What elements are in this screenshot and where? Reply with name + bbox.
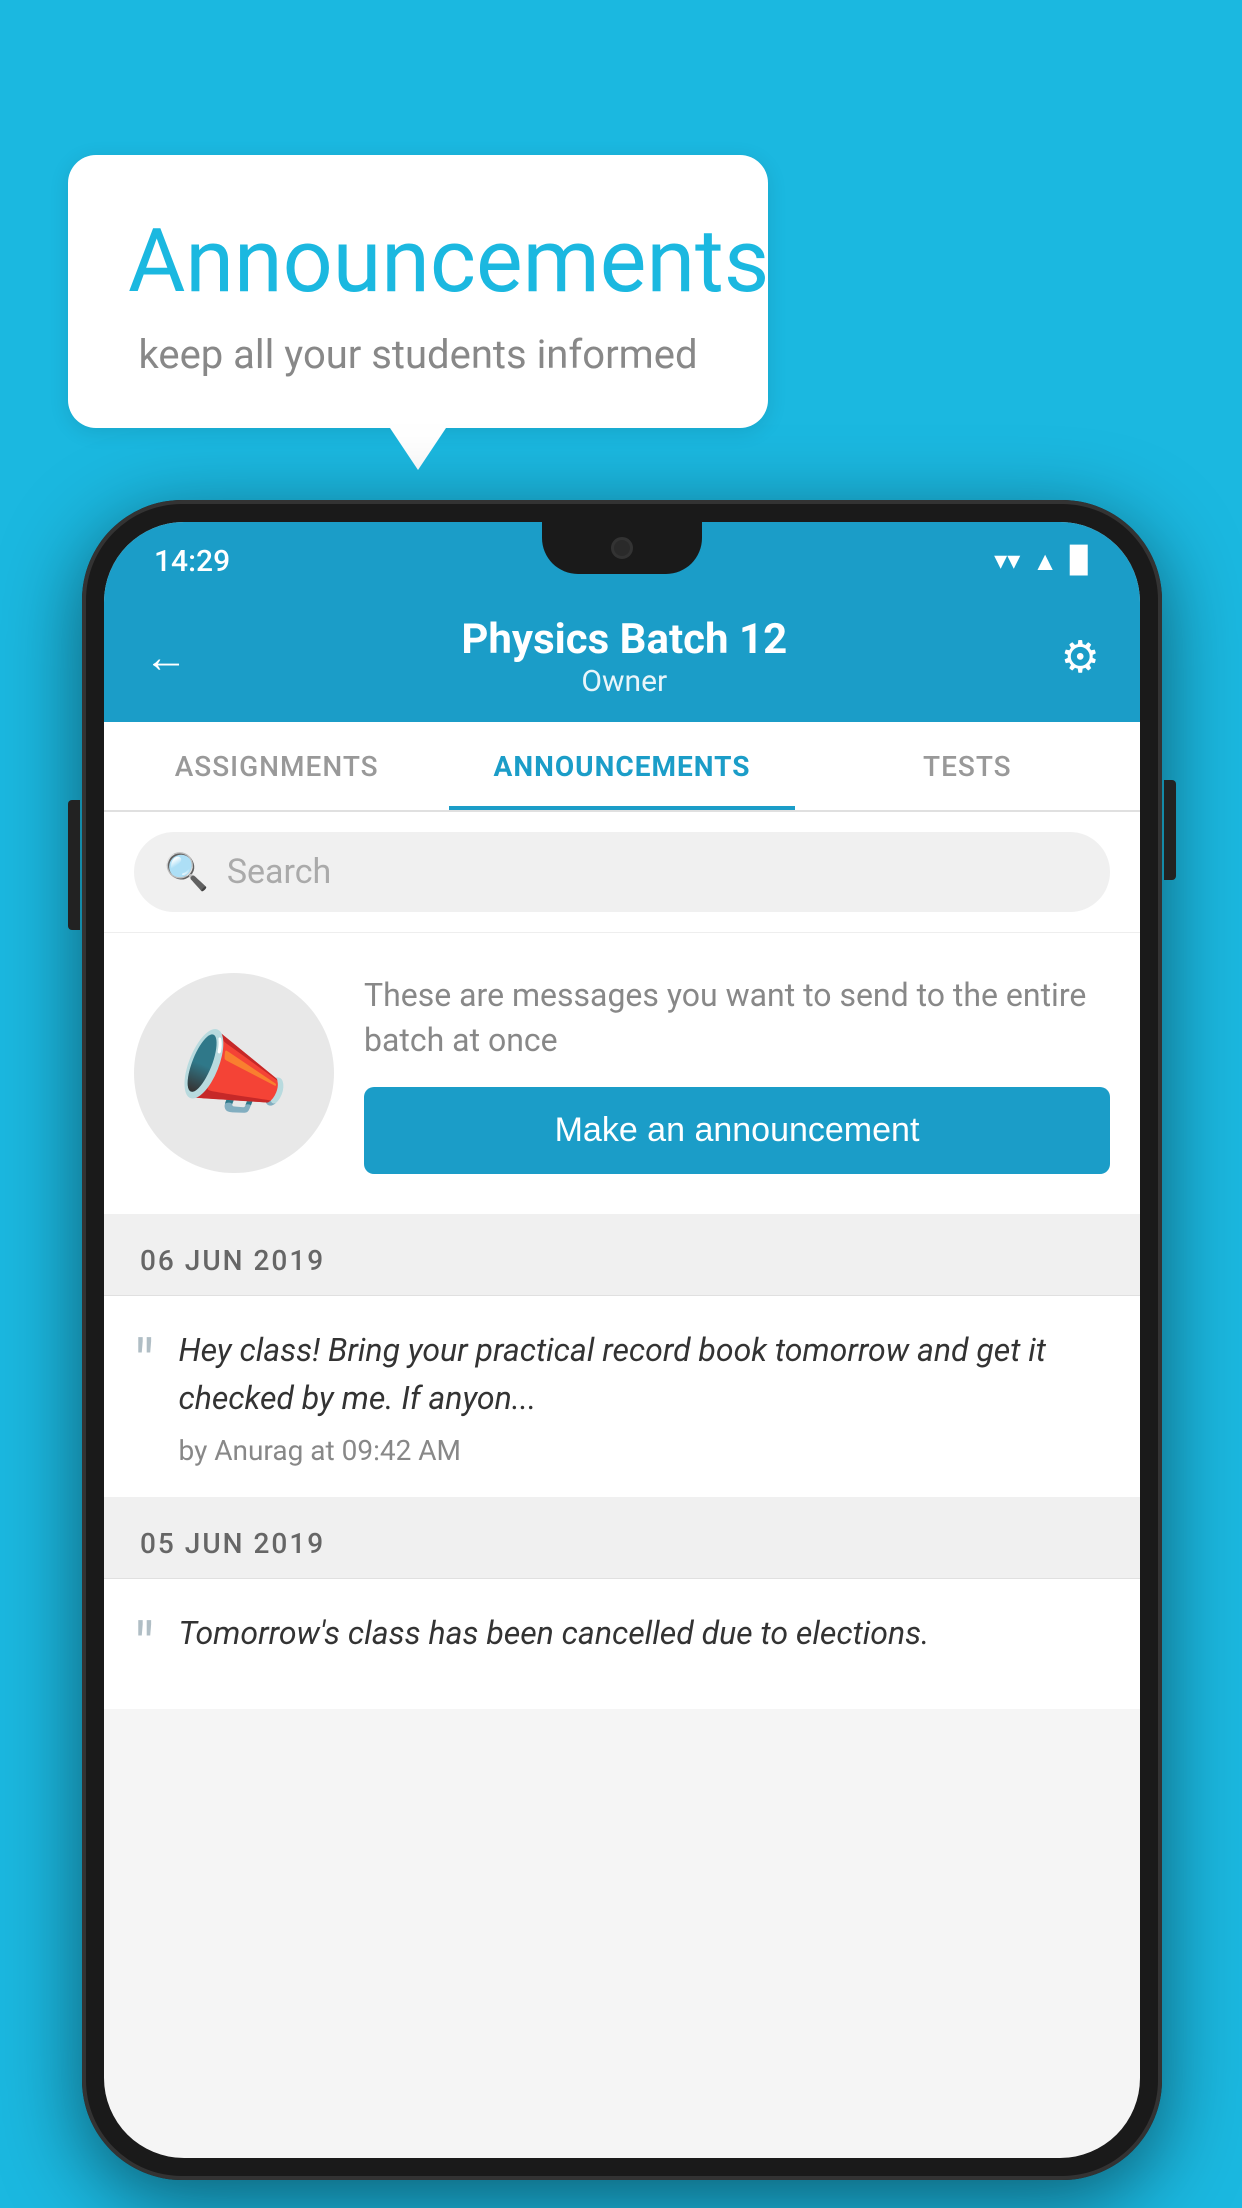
settings-button[interactable]: ⚙ — [1061, 631, 1100, 683]
tabs-bar: ASSIGNMENTS ANNOUNCEMENTS TESTS — [104, 722, 1140, 812]
battery-icon: ▉ — [1070, 546, 1090, 576]
header-center: Physics Batch 12 Owner — [461, 615, 787, 699]
tab-tests[interactable]: TESTS — [795, 722, 1140, 810]
camera — [611, 537, 633, 559]
announcement-text-1: Hey class! Bring your practical record b… — [179, 1326, 1111, 1422]
quote-icon-1: " — [134, 1332, 155, 1396]
announcement-content-1: Hey class! Bring your practical record b… — [179, 1326, 1111, 1467]
promo-right: These are messages you want to send to t… — [364, 973, 1110, 1174]
announcement-text-2: Tomorrow's class has been cancelled due … — [179, 1609, 1111, 1657]
speech-bubble-container: Announcements keep all your students inf… — [68, 155, 768, 428]
megaphone-icon: 📣 — [178, 1021, 290, 1126]
search-icon: 🔍 — [164, 851, 209, 893]
promo-description: These are messages you want to send to t… — [364, 973, 1110, 1063]
search-bar[interactable]: 🔍 Search — [134, 832, 1110, 912]
notch — [542, 522, 702, 574]
status-icons: ▾▾ ▲ ▉ — [994, 546, 1090, 577]
promo-icon-circle: 📣 — [134, 973, 334, 1173]
header-title: Physics Batch 12 — [461, 615, 787, 664]
bubble-subtitle: keep all your students informed — [128, 331, 708, 378]
date-separator-1: 06 JUN 2019 — [104, 1226, 1140, 1296]
back-button[interactable]: ← — [144, 631, 188, 683]
tab-assignments[interactable]: ASSIGNMENTS — [104, 722, 449, 810]
date-separator-2: 05 JUN 2019 — [104, 1509, 1140, 1579]
search-placeholder: Search — [227, 852, 331, 892]
tab-announcements[interactable]: ANNOUNCEMENTS — [449, 722, 794, 810]
announcement-content-2: Tomorrow's class has been cancelled due … — [179, 1609, 1111, 1669]
header-subtitle: Owner — [461, 664, 787, 699]
phone-outer: 14:29 ▾▾ ▲ ▉ ← Physics Batch 12 Owner ⚙ — [82, 500, 1162, 2180]
signal-icon: ▲ — [1032, 546, 1058, 577]
quote-icon-2: " — [134, 1615, 155, 1679]
search-container: 🔍 Search — [104, 812, 1140, 933]
announcement-item-2[interactable]: " Tomorrow's class has been cancelled du… — [104, 1579, 1140, 1709]
bubble-title: Announcements — [128, 210, 708, 313]
status-time: 14:29 — [154, 544, 230, 579]
announcement-meta-1: by Anurag at 09:42 AM — [179, 1434, 1111, 1467]
wifi-icon: ▾▾ — [994, 546, 1020, 576]
phone-mockup: 14:29 ▾▾ ▲ ▉ ← Physics Batch 12 Owner ⚙ — [82, 500, 1162, 2180]
make-announcement-button[interactable]: Make an announcement — [364, 1087, 1110, 1174]
content-area: 🔍 Search 📣 These are messages you want t… — [104, 812, 1140, 1709]
promo-section: 📣 These are messages you want to send to… — [104, 933, 1140, 1226]
phone-screen: 14:29 ▾▾ ▲ ▉ ← Physics Batch 12 Owner ⚙ — [104, 522, 1140, 2158]
speech-bubble: Announcements keep all your students inf… — [68, 155, 768, 428]
announcement-item-1[interactable]: " Hey class! Bring your practical record… — [104, 1296, 1140, 1509]
app-header: ← Physics Batch 12 Owner ⚙ — [104, 592, 1140, 722]
